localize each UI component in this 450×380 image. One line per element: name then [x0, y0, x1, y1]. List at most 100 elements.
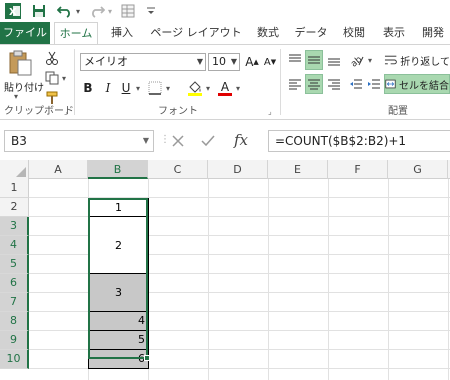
cell-b9[interactable]: 5: [88, 330, 149, 350]
row-header-1[interactable]: 1: [0, 179, 29, 198]
row-header-8[interactable]: 8: [0, 312, 29, 331]
orientation-icon[interactable]: ab: [348, 51, 366, 69]
cut-icon[interactable]: [44, 49, 60, 67]
align-bottom-icon[interactable]: [325, 51, 343, 69]
name-box-value: B3: [11, 134, 27, 148]
column-header-d[interactable]: D: [208, 160, 268, 179]
bold-button[interactable]: B: [80, 79, 96, 97]
font-color-letter: A: [220, 79, 230, 94]
ribbon: 貼り付け ▾ ▾ クリップボード ⌟ メイリオ ▼ 10 ▼ A▲ A▼ B: [0, 44, 450, 120]
undo-icon[interactable]: [56, 3, 74, 19]
merge-cells-button[interactable]: セルを結合: [384, 74, 450, 94]
decrease-indent-icon[interactable]: [348, 75, 364, 93]
redo-icon[interactable]: [88, 3, 106, 19]
redo-dropdown-icon[interactable]: ▾: [106, 3, 114, 19]
row-header-3[interactable]: 3: [0, 217, 29, 236]
align-center-icon[interactable]: [305, 74, 323, 94]
underline-dropdown-icon[interactable]: ▾: [134, 79, 142, 97]
tab-file[interactable]: ファイル: [0, 22, 50, 44]
copy-dropdown-icon[interactable]: ▾: [60, 69, 68, 87]
align-middle-icon[interactable]: [305, 50, 323, 70]
font-size-box[interactable]: 10 ▼: [208, 53, 240, 71]
svg-text:ab: ab: [349, 55, 364, 67]
wrap-text-button[interactable]: 折り返して: [384, 51, 450, 69]
grow-font-button[interactable]: A ▲: [244, 53, 260, 71]
increase-indent-icon[interactable]: [366, 75, 382, 93]
tab-formulas[interactable]: 数式: [250, 22, 286, 44]
excel-logo-icon: X: [4, 3, 22, 19]
cell-b3-merged[interactable]: 2: [88, 216, 149, 274]
cell-b10[interactable]: 6: [88, 349, 149, 369]
merge-cells-icon: [385, 79, 396, 89]
tab-insert[interactable]: 挿入: [104, 22, 140, 44]
row-header-4[interactable]: 4: [0, 236, 29, 255]
shrink-font-button[interactable]: A ▼: [262, 53, 278, 71]
font-color-dropdown-icon[interactable]: ▾: [234, 79, 242, 97]
save-icon[interactable]: [31, 3, 47, 19]
formula-input[interactable]: =COUNT($B$2:B2)+1: [268, 130, 450, 152]
row-header-10[interactable]: 10: [0, 350, 29, 369]
formula-bar: B3 ▼ ⋮ fx =COUNT($B$2:B2)+1: [0, 128, 450, 154]
align-right-icon[interactable]: [325, 75, 343, 93]
merge-cells-label: セルを結合: [399, 80, 449, 92]
font-name-dropdown-icon[interactable]: ▼: [197, 54, 203, 70]
formula-bar-grip[interactable]: ⋮: [160, 134, 170, 148]
font-size-dropdown-icon[interactable]: ▼: [231, 54, 237, 70]
align-left-icon[interactable]: [286, 75, 304, 93]
group-divider: [280, 49, 281, 115]
row-header-6[interactable]: 6: [0, 274, 29, 293]
alignment-group-label: 配置: [388, 106, 408, 117]
tab-developer[interactable]: 開発: [416, 22, 450, 44]
font-launcher-icon[interactable]: ⌟: [268, 107, 272, 116]
name-box[interactable]: B3 ▼: [4, 130, 154, 152]
cell-b6-merged[interactable]: 3: [88, 273, 149, 312]
column-header-c[interactable]: C: [148, 160, 208, 179]
clipboard-launcher-icon[interactable]: ⌟: [64, 107, 68, 116]
row-header-7[interactable]: 7: [0, 293, 29, 312]
tab-data[interactable]: データ: [290, 22, 332, 44]
insert-function-button[interactable]: fx: [234, 131, 248, 149]
form-icon[interactable]: [120, 3, 136, 19]
column-header-g[interactable]: G: [388, 160, 448, 179]
tab-review[interactable]: 校閲: [336, 22, 372, 44]
name-box-dropdown-icon[interactable]: ▼: [143, 131, 149, 151]
cell-b2[interactable]: 1: [88, 198, 149, 217]
font-color-button[interactable]: A: [216, 79, 234, 97]
select-all-button[interactable]: [0, 160, 29, 179]
fill-color-dropdown-icon[interactable]: ▾: [204, 79, 212, 97]
cell-b8[interactable]: 4: [88, 311, 149, 331]
tab-view[interactable]: 表示: [376, 22, 412, 44]
wrap-text-icon: [384, 55, 397, 65]
ribbon-tabs: ファイル ホーム 挿入 ページ レイアウト 数式 データ 校閲 表示 開発: [0, 22, 450, 45]
column-header-f[interactable]: F: [328, 160, 388, 179]
enter-icon[interactable]: [200, 133, 216, 152]
wrap-text-label: 折り返して: [400, 56, 450, 68]
row-header-5[interactable]: 5: [0, 255, 29, 274]
svg-text:X: X: [9, 7, 17, 18]
column-headers: A B C D E F G: [0, 160, 450, 179]
borders-icon[interactable]: [146, 79, 164, 97]
row-header-2[interactable]: 2: [0, 198, 29, 217]
font-name-box[interactable]: メイリオ ▼: [80, 53, 206, 71]
paste-button[interactable]: 貼り付け: [4, 79, 44, 94]
column-header-a[interactable]: A: [29, 160, 88, 179]
fill-handle[interactable]: [144, 355, 150, 361]
customize-qat-icon[interactable]: [146, 3, 156, 19]
borders-dropdown-icon[interactable]: ▾: [164, 79, 172, 97]
undo-dropdown-icon[interactable]: ▾: [74, 3, 82, 19]
italic-button[interactable]: I: [100, 79, 116, 97]
paste-dropdown-icon[interactable]: ▾: [14, 92, 18, 101]
column-header-e[interactable]: E: [268, 160, 328, 179]
fill-color-icon[interactable]: [186, 79, 204, 97]
cancel-icon[interactable]: [170, 133, 186, 152]
copy-icon[interactable]: [44, 69, 60, 87]
font-size-value: 10: [212, 55, 226, 68]
align-top-icon[interactable]: [286, 51, 304, 69]
tab-home[interactable]: ホーム: [54, 22, 98, 45]
row-header-9[interactable]: 9: [0, 331, 29, 350]
orientation-dropdown-icon[interactable]: ▾: [366, 51, 374, 69]
column-header-b[interactable]: B: [88, 160, 148, 179]
paste-icon[interactable]: [6, 49, 34, 77]
underline-button[interactable]: U: [118, 79, 134, 97]
tab-page-layout[interactable]: ページ レイアウト: [146, 22, 246, 44]
